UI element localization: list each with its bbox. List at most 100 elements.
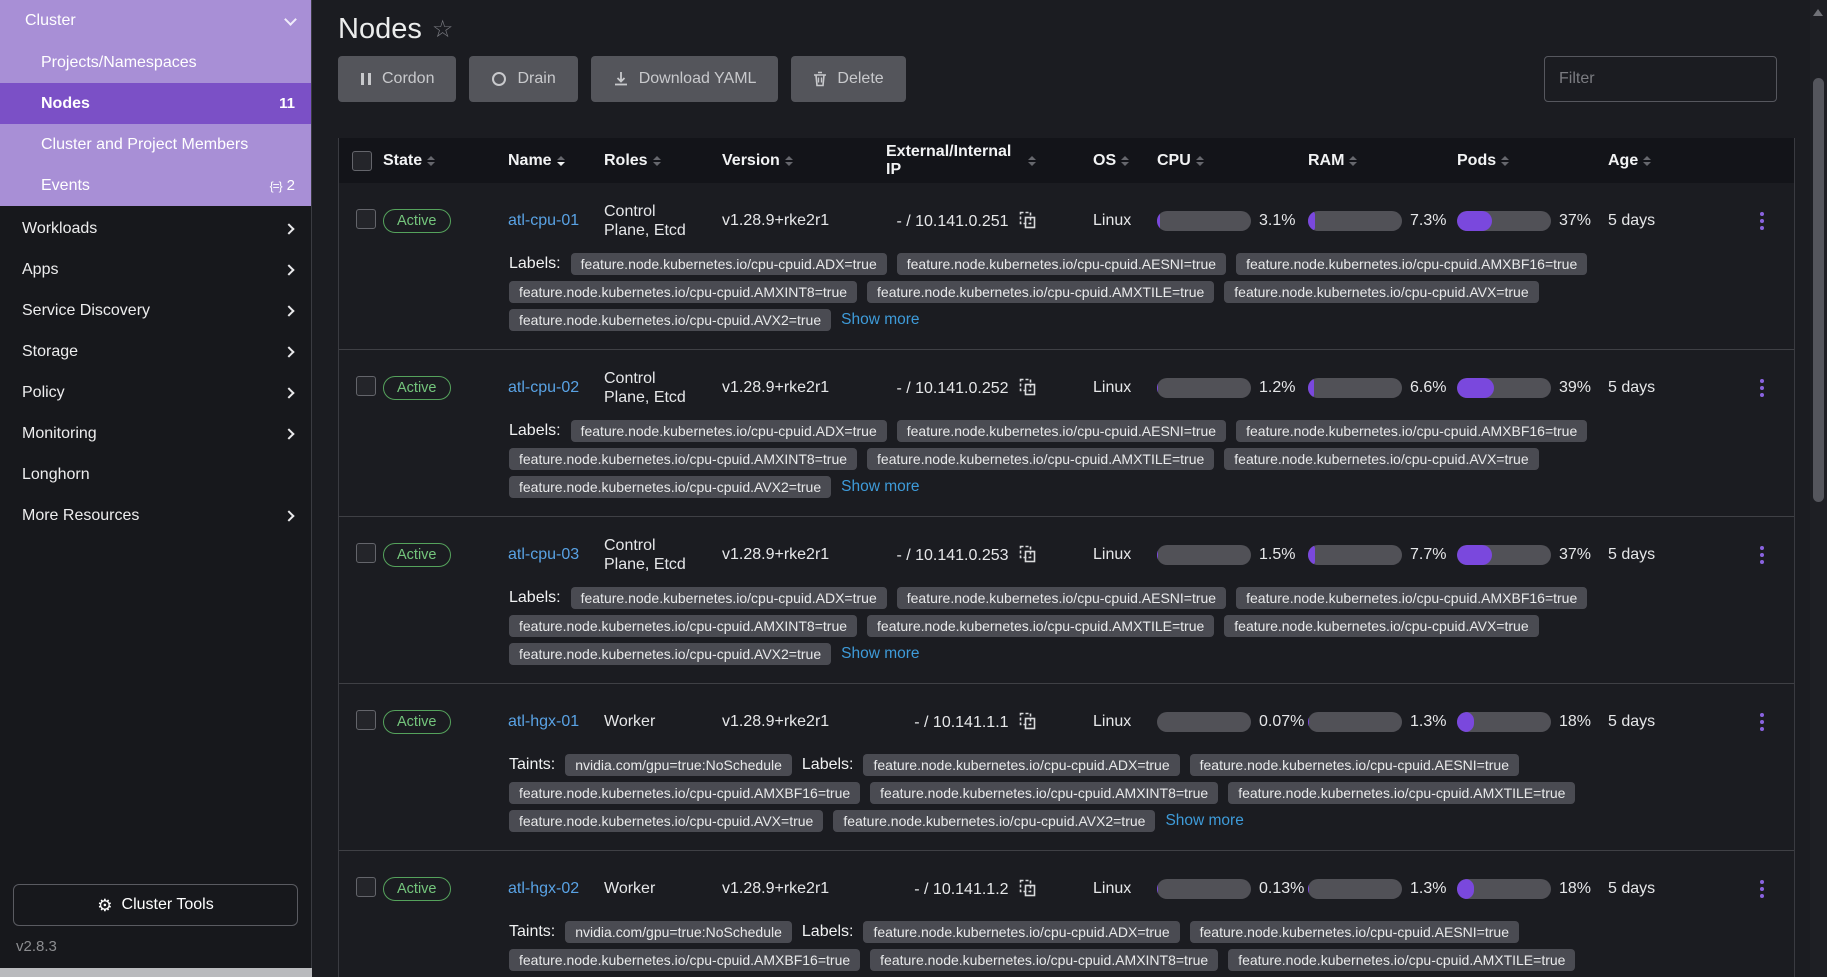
sidebar-item-cluster-project-members[interactable]: Cluster and Project Members — [0, 124, 311, 165]
delete-button[interactable]: Delete — [791, 56, 905, 102]
label-badge: feature.node.kubernetes.io/cpu-cpuid.ADX… — [571, 420, 887, 442]
node-ip: - / 10.141.0.253 — [882, 545, 1080, 565]
labels-prefix-label: Labels: — [802, 756, 854, 774]
row-checkbox[interactable] — [356, 543, 376, 563]
sort-icon — [1349, 156, 1357, 166]
node-os: Linux — [1080, 379, 1152, 397]
gear-icon: ⚙ — [97, 897, 112, 914]
chevron-right-icon — [283, 346, 294, 357]
chevron-right-icon — [283, 264, 294, 275]
column-header-age[interactable]: Age — [1604, 152, 1672, 170]
row-actions-menu-icon[interactable] — [1754, 373, 1770, 403]
node-roles: Control Plane, Etcd — [600, 202, 718, 240]
sidebar-item-nodes[interactable]: Nodes 11 — [0, 83, 311, 124]
show-more-link[interactable]: Show more — [841, 645, 919, 663]
node-ip: - / 10.141.1.1 — [882, 712, 1080, 732]
sidebar-item-monitoring[interactable]: Monitoring — [0, 413, 311, 454]
label-badge: feature.node.kubernetes.io/cpu-cpuid.AMX… — [509, 615, 857, 637]
row-checkbox[interactable] — [356, 710, 376, 730]
show-more-link[interactable]: Show more — [841, 478, 919, 496]
row-checkbox[interactable] — [356, 209, 376, 229]
sidebar-item-workloads[interactable]: Workloads — [0, 208, 311, 249]
column-header-state[interactable]: State — [379, 152, 504, 170]
row-actions-menu-icon[interactable] — [1754, 540, 1770, 570]
sidebar-cluster-section: Cluster Projects/Namespaces Nodes 11 Clu… — [0, 0, 311, 206]
sidebar-item-more-resources[interactable]: More Resources — [0, 495, 311, 536]
column-header-os[interactable]: OS — [1080, 152, 1152, 170]
copy-icon[interactable] — [1019, 378, 1036, 396]
sidebar: Cluster Projects/Namespaces Nodes 11 Clu… — [0, 0, 312, 977]
sidebar-item-storage[interactable]: Storage — [0, 331, 311, 372]
labels-section: Labels:feature.node.kubernetes.io/cpu-cp… — [509, 253, 1784, 349]
node-name-link[interactable]: atl-cpu-03 — [508, 546, 579, 563]
row-checkbox[interactable] — [356, 376, 376, 396]
sidebar-item-policy[interactable]: Policy — [0, 372, 311, 413]
label-badge: feature.node.kubernetes.io/cpu-cpuid.AVX… — [509, 643, 831, 665]
chevron-down-icon — [284, 13, 297, 26]
column-header-roles[interactable]: Roles — [600, 152, 718, 170]
column-header-version[interactable]: Version — [718, 152, 882, 170]
show-more-link[interactable]: Show more — [1165, 812, 1243, 830]
favorite-star-icon[interactable]: ☆ — [432, 15, 454, 44]
node-name-link[interactable]: atl-cpu-02 — [508, 379, 579, 396]
table-row: Active atl-hgx-02 Worker v1.28.9+rke2r1 … — [339, 851, 1794, 977]
labels-section: Labels:feature.node.kubernetes.io/cpu-cp… — [509, 587, 1784, 683]
sidebar-item-cluster[interactable]: Cluster — [0, 0, 311, 42]
label-badge: feature.node.kubernetes.io/cpu-cpuid.AMX… — [867, 615, 1214, 637]
vertical-scrollbar[interactable] — [1810, 0, 1827, 977]
node-os: Linux — [1080, 546, 1152, 564]
copy-icon[interactable] — [1019, 879, 1036, 897]
row-actions-menu-icon[interactable] — [1754, 707, 1770, 737]
label-badge: feature.node.kubernetes.io/cpu-cpuid.ADX… — [863, 754, 1179, 776]
row-actions-menu-icon[interactable] — [1754, 874, 1770, 904]
main-content: Nodes ☆ Cordon Drain Download YAML Delet… — [312, 0, 1827, 977]
cordon-button[interactable]: Cordon — [338, 56, 456, 102]
node-version: v1.28.9+rke2r1 — [718, 379, 882, 397]
column-header-ip[interactable]: External/Internal IP — [882, 143, 1080, 179]
copy-icon[interactable] — [1019, 545, 1036, 563]
node-name-link[interactable]: atl-hgx-02 — [508, 880, 579, 897]
select-all-checkbox[interactable] — [352, 151, 372, 171]
filter-input[interactable] — [1544, 56, 1777, 102]
node-age: 5 days — [1604, 546, 1672, 564]
node-ip: - / 10.141.0.252 — [882, 378, 1080, 398]
node-ip: - / 10.141.1.2 — [882, 879, 1080, 899]
column-header-pods[interactable]: Pods — [1452, 152, 1604, 170]
cluster-tools-button[interactable]: ⚙ Cluster Tools — [13, 884, 298, 926]
node-name-link[interactable]: atl-hgx-01 — [508, 713, 579, 730]
row-checkbox[interactable] — [356, 877, 376, 897]
download-yaml-button[interactable]: Download YAML — [591, 56, 779, 102]
labels-section: Labels:feature.node.kubernetes.io/cpu-cp… — [509, 420, 1784, 516]
label-badge: feature.node.kubernetes.io/cpu-cpuid.ADX… — [863, 921, 1179, 943]
chevron-right-icon — [283, 387, 294, 398]
sidebar-item-projects-namespaces[interactable]: Projects/Namespaces — [0, 42, 311, 83]
copy-icon[interactable] — [1019, 712, 1036, 730]
label-badge: feature.node.kubernetes.io/cpu-cpuid.AMX… — [509, 949, 860, 971]
cpu-gauge: 1.2% — [1152, 378, 1303, 398]
label-badge: feature.node.kubernetes.io/cpu-cpuid.AMX… — [867, 448, 1214, 470]
sidebar-item-events[interactable]: Events {=} 2 — [0, 165, 311, 206]
drain-icon — [491, 71, 507, 87]
label-badge: feature.node.kubernetes.io/cpu-cpuid.AES… — [897, 253, 1226, 275]
sidebar-item-apps[interactable]: Apps — [0, 249, 311, 290]
label-badge: feature.node.kubernetes.io/cpu-cpuid.AES… — [1190, 921, 1519, 943]
sort-icon — [1501, 156, 1509, 166]
node-name-link[interactable]: atl-cpu-01 — [508, 212, 579, 229]
drain-button[interactable]: Drain — [469, 56, 577, 102]
sort-icon — [1028, 156, 1036, 166]
column-header-ram[interactable]: RAM — [1303, 152, 1452, 170]
copy-icon[interactable] — [1019, 211, 1036, 229]
events-icon: {=} — [270, 179, 282, 193]
row-actions-menu-icon[interactable] — [1754, 206, 1770, 236]
sidebar-item-service-discovery[interactable]: Service Discovery — [0, 290, 311, 331]
scrollbar-up-arrow-icon[interactable] — [1813, 9, 1823, 16]
ram-gauge: 1.3% — [1303, 879, 1452, 899]
app-version: v2.8.3 — [16, 938, 298, 955]
ram-gauge: 1.3% — [1303, 712, 1452, 732]
chevron-right-icon — [283, 223, 294, 234]
scrollbar-thumb[interactable] — [1813, 78, 1824, 502]
show-more-link[interactable]: Show more — [841, 311, 919, 329]
column-header-name[interactable]: Name — [504, 152, 600, 170]
sidebar-item-longhorn[interactable]: Longhorn — [0, 454, 311, 495]
column-header-cpu[interactable]: CPU — [1152, 152, 1303, 170]
